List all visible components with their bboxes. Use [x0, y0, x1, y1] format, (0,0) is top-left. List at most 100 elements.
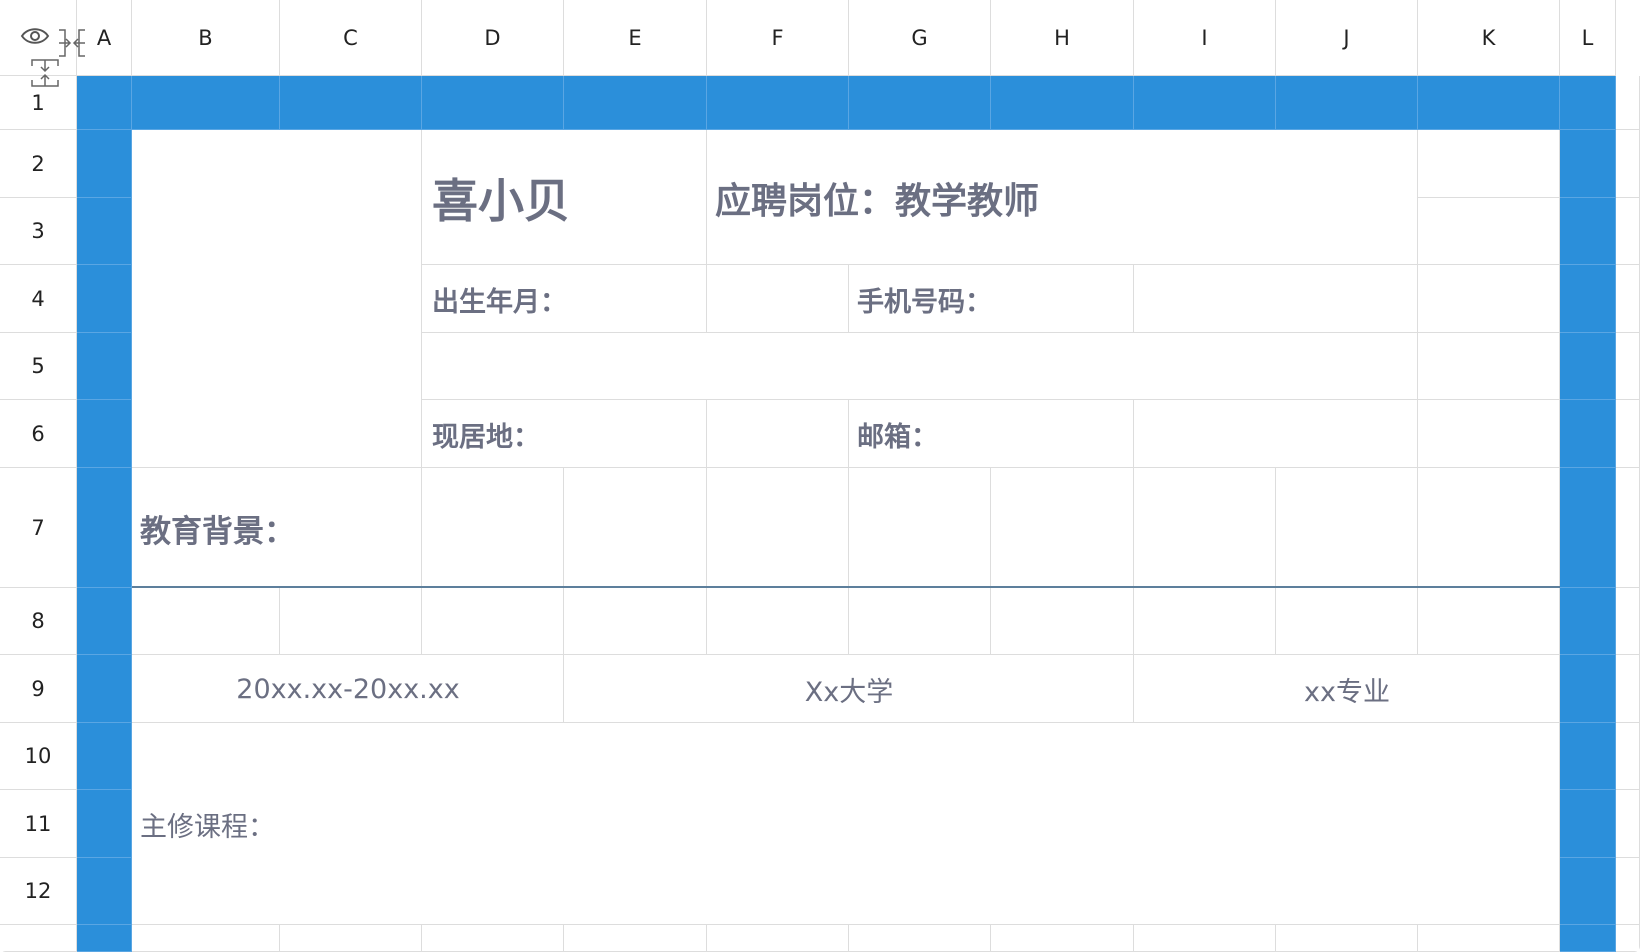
cell-h1[interactable] — [991, 76, 1134, 130]
cell-m10[interactable] — [1616, 723, 1640, 790]
birth-value-cell[interactable] — [707, 265, 849, 333]
row5-merged-cell[interactable] — [422, 333, 1418, 400]
row-header-11[interactable]: 11 — [0, 790, 77, 858]
cell-g8[interactable] — [849, 588, 991, 655]
cell-m8[interactable] — [1616, 588, 1640, 655]
cell-k6[interactable] — [1418, 400, 1560, 468]
cell-l7[interactable] — [1560, 468, 1616, 588]
sheet-grid[interactable]: A B C D E F G H I J K L 1 2 3 4 5 6 7 8 9 10 11 12 喜小贝 应聘岗位：教学教师出… — [0, 0, 1640, 952]
cell-i8[interactable] — [1134, 588, 1276, 655]
column-header-j[interactable]: J — [1276, 0, 1418, 76]
column-header-l[interactable]: L — [1560, 0, 1616, 76]
cell-k13[interactable] — [1418, 925, 1560, 952]
eye-icon[interactable] — [20, 26, 50, 46]
row-header-6[interactable]: 6 — [0, 400, 77, 468]
cell-i13[interactable] — [1134, 925, 1276, 952]
cell-a3[interactable] — [77, 198, 132, 265]
cell-a11[interactable] — [77, 790, 132, 858]
cell-m11[interactable] — [1616, 790, 1640, 858]
cell-h13[interactable] — [991, 925, 1134, 952]
cell-j7[interactable] — [1276, 468, 1418, 588]
cell-m1[interactable] — [1616, 76, 1640, 130]
cell-m6[interactable] — [1616, 400, 1640, 468]
select-all-corner[interactable] — [0, 0, 85, 87]
phone-value-cell[interactable] — [1134, 265, 1418, 333]
column-header-e[interactable]: E — [564, 0, 707, 76]
cell-a8[interactable] — [77, 588, 132, 655]
cell-k8[interactable] — [1418, 588, 1560, 655]
cell-a13[interactable] — [77, 925, 132, 952]
cell-l10[interactable] — [1560, 723, 1616, 790]
collapse-rows-icon[interactable] — [30, 58, 60, 88]
cell-e7[interactable] — [564, 468, 707, 588]
cell-l4[interactable] — [1560, 265, 1616, 333]
cell-l2[interactable] — [1560, 130, 1616, 198]
cell-m12[interactable] — [1616, 858, 1640, 925]
cell-i7[interactable] — [1134, 468, 1276, 588]
column-header-g[interactable]: G — [849, 0, 991, 76]
cell-g13[interactable] — [849, 925, 991, 952]
cell-l8[interactable] — [1560, 588, 1616, 655]
cell-d1[interactable] — [422, 76, 564, 130]
cell-m5[interactable] — [1616, 333, 1640, 400]
cell-k3[interactable] — [1418, 198, 1560, 265]
cell-c13[interactable] — [280, 925, 422, 952]
cell-m7[interactable] — [1616, 468, 1640, 588]
cell-a2[interactable] — [77, 130, 132, 198]
cell-b8[interactable] — [132, 588, 280, 655]
cell-a1[interactable] — [77, 76, 132, 130]
row-header-4[interactable]: 4 — [0, 265, 77, 333]
cell-f8[interactable] — [707, 588, 849, 655]
row-header-5[interactable]: 5 — [0, 333, 77, 400]
cell-l5[interactable] — [1560, 333, 1616, 400]
cell-a7[interactable] — [77, 468, 132, 588]
cell-k4[interactable] — [1418, 265, 1560, 333]
cell-l13[interactable] — [1560, 925, 1616, 952]
row-header-12[interactable]: 12 — [0, 858, 77, 925]
cell-l11[interactable] — [1560, 790, 1616, 858]
cell-h8[interactable] — [991, 588, 1134, 655]
cell-j1[interactable] — [1276, 76, 1418, 130]
address-value-cell[interactable] — [707, 400, 849, 468]
cell-j13[interactable] — [1276, 925, 1418, 952]
cell-f7[interactable] — [707, 468, 849, 588]
cell-m13[interactable] — [1616, 925, 1640, 952]
cell-l9[interactable] — [1560, 655, 1616, 723]
cell-a6[interactable] — [77, 400, 132, 468]
cell-g7[interactable] — [849, 468, 991, 588]
cell-b13[interactable] — [132, 925, 280, 952]
email-value-cell[interactable] — [1134, 400, 1418, 468]
photo-area[interactable] — [132, 130, 422, 468]
cell-l1[interactable] — [1560, 76, 1616, 130]
column-header-b[interactable]: B — [132, 0, 280, 76]
cell-l12[interactable] — [1560, 858, 1616, 925]
cell-d13[interactable] — [422, 925, 564, 952]
column-header-k[interactable]: K — [1418, 0, 1560, 76]
cell-m3[interactable] — [1616, 198, 1640, 265]
cell-f13[interactable] — [707, 925, 849, 952]
cell-a9[interactable] — [77, 655, 132, 723]
cell-e8[interactable] — [564, 588, 707, 655]
cell-l3[interactable] — [1560, 198, 1616, 265]
row-header-3[interactable]: 3 — [0, 198, 77, 265]
column-header-c[interactable]: C — [280, 0, 422, 76]
cell-k2[interactable] — [1418, 130, 1560, 198]
row-header-10[interactable]: 10 — [0, 723, 77, 790]
row-header-9[interactable]: 9 — [0, 655, 77, 723]
cell-i1[interactable] — [1134, 76, 1276, 130]
cell-k7[interactable] — [1418, 468, 1560, 588]
cell-c1[interactable] — [280, 76, 422, 130]
cell-e1[interactable] — [564, 76, 707, 130]
cell-e13[interactable] — [564, 925, 707, 952]
column-header-f[interactable]: F — [707, 0, 849, 76]
column-header-d[interactable]: D — [422, 0, 564, 76]
cell-d7[interactable] — [422, 468, 564, 588]
cell-f1[interactable] — [707, 76, 849, 130]
cell-h7[interactable] — [991, 468, 1134, 588]
row-header-8[interactable]: 8 — [0, 588, 77, 655]
spreadsheet[interactable]: A B C D E F G H I J K L 1 2 3 4 5 6 7 8 9 10 11 12 喜小贝 应聘岗位：教学教师出… — [0, 0, 1640, 952]
cell-k5[interactable] — [1418, 333, 1560, 400]
column-header-i[interactable]: I — [1134, 0, 1276, 76]
cell-m9[interactable] — [1616, 655, 1640, 723]
row-header-13[interactable] — [0, 925, 77, 952]
